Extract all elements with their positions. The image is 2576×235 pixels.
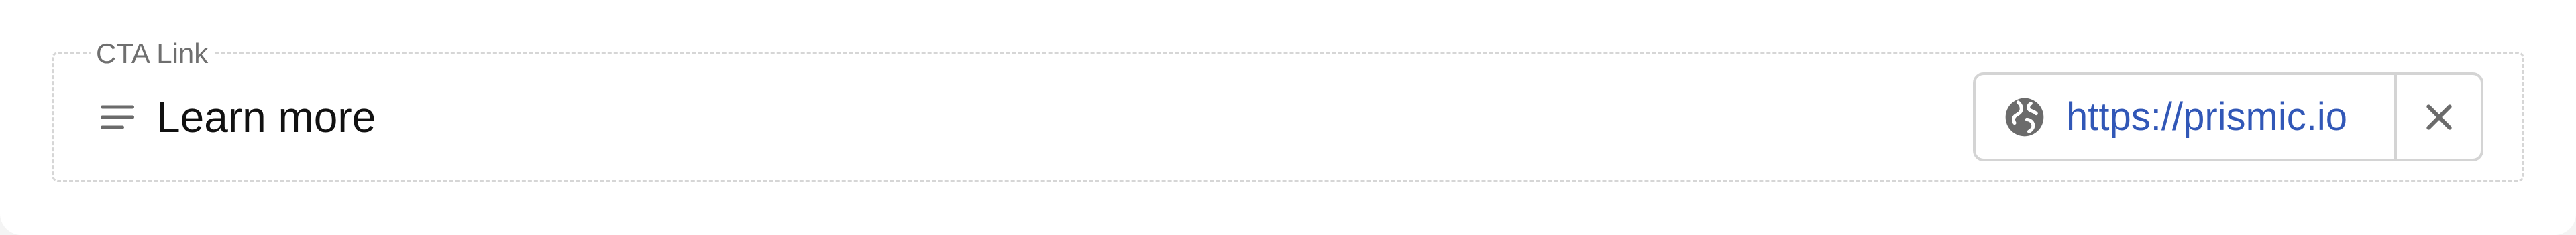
remove-link-button[interactable] <box>2397 75 2481 159</box>
close-icon <box>2426 104 2452 130</box>
url-link[interactable]: https://prismic.io <box>1976 75 2397 159</box>
url-text[interactable]: https://prismic.io <box>2066 93 2347 141</box>
menu-icon <box>101 105 134 129</box>
link-row: Learn more <box>97 89 376 145</box>
field-legend: CTA Link <box>91 37 214 70</box>
globe-icon <box>2005 98 2044 136</box>
url-chip: https://prismic.io <box>1973 72 2483 161</box>
link-text[interactable]: Learn more <box>156 89 376 145</box>
cta-link-panel: CTA Link Learn more https://prismic.io <box>0 0 2576 235</box>
